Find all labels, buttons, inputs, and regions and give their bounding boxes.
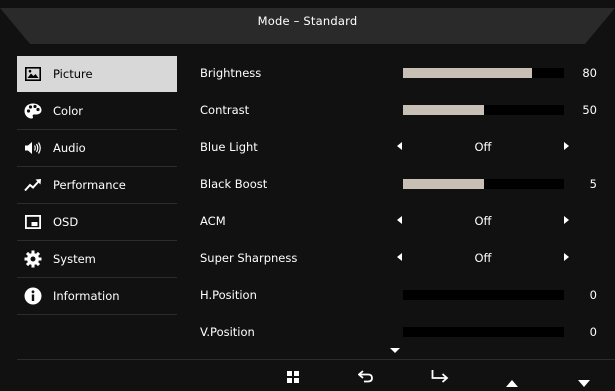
setting-value: 50 bbox=[582, 103, 597, 117]
sidebar-item-audio[interactable]: Audio bbox=[17, 130, 177, 167]
sidebar-item-picture[interactable]: Picture bbox=[17, 56, 177, 92]
setting-value: Off bbox=[474, 140, 492, 154]
sidebar-item-label: Information bbox=[53, 289, 120, 303]
setting-label: Super Sharpness bbox=[200, 251, 298, 265]
menu-grid-icon[interactable] bbox=[287, 368, 299, 387]
setting-value: 80 bbox=[582, 66, 597, 80]
setting-label: Brightness bbox=[200, 66, 262, 80]
sidebar-item-system[interactable]: System bbox=[17, 241, 177, 278]
slider-fill bbox=[403, 179, 484, 189]
sidebar-item-label: Color bbox=[53, 104, 84, 118]
sidebar-item-label: Picture bbox=[53, 66, 93, 81]
divider bbox=[17, 359, 615, 360]
palette-icon bbox=[24, 102, 42, 120]
gear-icon bbox=[24, 250, 42, 268]
picture-icon bbox=[24, 65, 42, 83]
setting-row-blue-light[interactable]: Blue Light Off bbox=[200, 129, 610, 166]
setting-label: H.Position bbox=[200, 288, 257, 302]
slider-fill bbox=[403, 68, 532, 78]
setting-label: Contrast bbox=[200, 103, 250, 117]
sidebar-item-label: Audio bbox=[53, 141, 86, 155]
setting-row-super-sharpness[interactable]: Super Sharpness Off bbox=[200, 240, 610, 277]
sidebar-item-osd[interactable]: OSD bbox=[17, 204, 177, 241]
sidebar-item-label: OSD bbox=[53, 215, 79, 229]
slider-fill bbox=[403, 105, 484, 115]
sidebar: Picture Color Audio Performance OSD Syst… bbox=[17, 56, 177, 315]
setting-row-acm[interactable]: ACM Off bbox=[200, 203, 610, 240]
setting-value: 0 bbox=[589, 325, 597, 339]
setting-label: Black Boost bbox=[200, 177, 268, 191]
sidebar-item-color[interactable]: Color bbox=[17, 93, 177, 130]
sidebar-item-label: Performance bbox=[53, 178, 126, 192]
setting-label: V.Position bbox=[200, 325, 255, 339]
black-boost-slider[interactable] bbox=[403, 179, 564, 189]
page-title: Mode – Standard bbox=[257, 14, 358, 28]
setting-value: 5 bbox=[589, 177, 597, 191]
setting-row-v-position[interactable]: V.Position 0 bbox=[200, 314, 610, 351]
setting-value: 0 bbox=[589, 288, 597, 302]
setting-row-contrast[interactable]: Contrast 50 bbox=[200, 92, 610, 129]
setting-value: Off bbox=[474, 214, 492, 228]
performance-icon bbox=[24, 176, 42, 194]
arrow-right-icon[interactable] bbox=[564, 216, 569, 224]
setting-row-black-boost[interactable]: Black Boost 5 bbox=[200, 166, 610, 203]
setting-label: Blue Light bbox=[200, 140, 258, 154]
v-position-slider[interactable] bbox=[403, 327, 564, 337]
osd-icon bbox=[24, 213, 42, 231]
enter-icon[interactable] bbox=[431, 368, 449, 387]
back-icon[interactable] bbox=[357, 368, 374, 387]
down-arrow-icon[interactable] bbox=[578, 372, 590, 391]
up-arrow-icon[interactable] bbox=[506, 372, 518, 391]
speaker-icon bbox=[24, 139, 42, 157]
arrow-right-icon[interactable] bbox=[564, 142, 569, 150]
arrow-right-icon[interactable] bbox=[564, 253, 569, 261]
setting-value: Off bbox=[474, 251, 492, 265]
sidebar-item-performance[interactable]: Performance bbox=[17, 167, 177, 204]
scroll-down-icon[interactable] bbox=[390, 348, 400, 353]
sidebar-item-information[interactable]: Information bbox=[17, 278, 177, 315]
setting-row-brightness[interactable]: Brightness 80 bbox=[200, 55, 610, 92]
h-position-slider[interactable] bbox=[403, 290, 564, 300]
sidebar-item-label: System bbox=[53, 252, 96, 266]
title-bar: Mode – Standard bbox=[0, 0, 615, 44]
setting-label: ACM bbox=[200, 214, 226, 228]
settings-panel: Brightness 80 Contrast 50 Blue Light Off… bbox=[200, 55, 610, 351]
info-icon bbox=[24, 287, 42, 305]
setting-row-h-position[interactable]: H.Position 0 bbox=[200, 277, 610, 314]
brightness-slider[interactable] bbox=[403, 68, 564, 78]
contrast-slider[interactable] bbox=[403, 105, 564, 115]
